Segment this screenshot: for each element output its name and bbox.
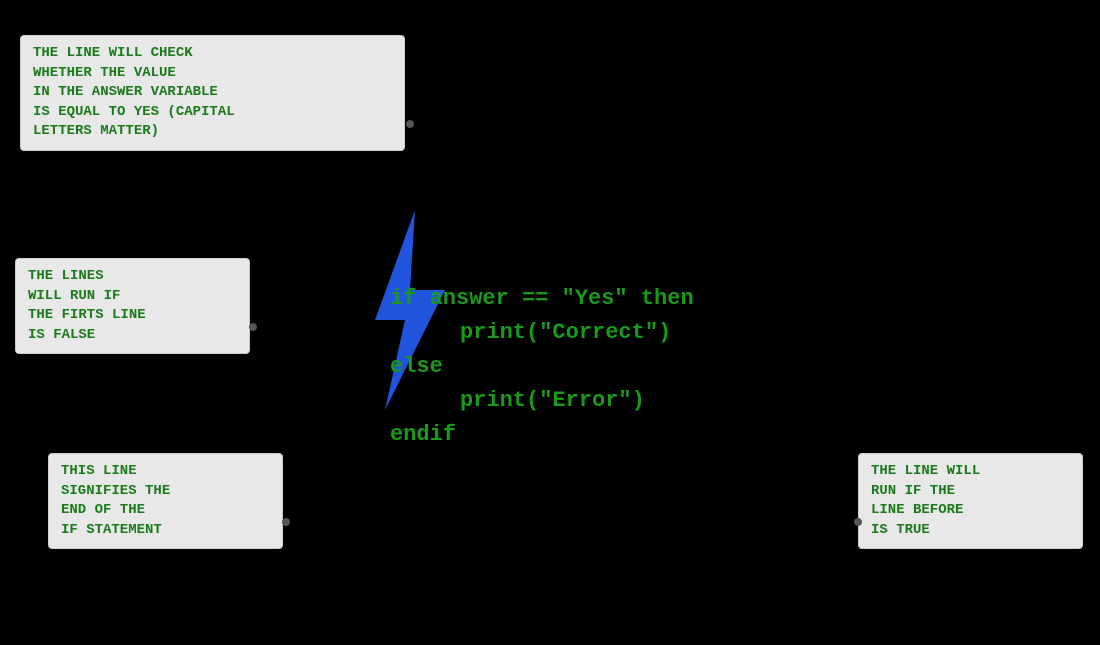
- annotation-check-value: THE LINE WILL CHECK WHETHER THE VALUE IN…: [20, 35, 405, 151]
- connector-dot-bottom-right: [854, 518, 862, 526]
- connector-dot-bottom-left: [282, 518, 290, 526]
- annotation-false-lines: THE LINES WILL RUN IF THE FIRTS LINE IS …: [15, 258, 250, 354]
- code-line-2: print("Correct"): [390, 316, 694, 350]
- code-block: if answer == "Yes" then print("Correct")…: [390, 282, 694, 452]
- connector-dot-top-left: [406, 120, 414, 128]
- code-line-3: else: [390, 350, 694, 384]
- annotation-true-line: THE LINE WILL RUN IF THE LINE BEFORE IS …: [858, 453, 1083, 549]
- connector-dot-middle-left: [249, 323, 257, 331]
- code-line-5: endif: [390, 418, 694, 452]
- annotation-endif: THIS LINE SIGNIFIES THE END OF THE IF ST…: [48, 453, 283, 549]
- code-line-1: if answer == "Yes" then: [390, 282, 694, 316]
- code-line-4: print("Error"): [390, 384, 694, 418]
